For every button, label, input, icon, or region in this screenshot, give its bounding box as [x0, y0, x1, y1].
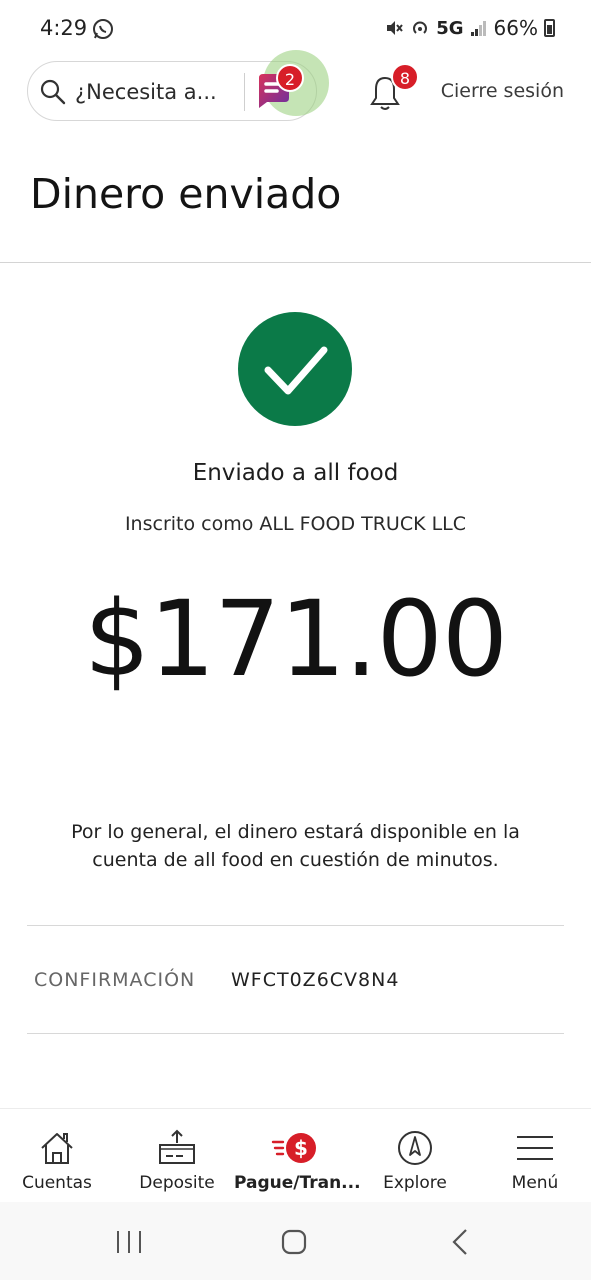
nav-label: Menú — [511, 1173, 559, 1193]
assistant-badge: 2 — [276, 64, 304, 92]
back-icon[interactable] — [450, 1228, 470, 1256]
recent-apps-icon[interactable] — [115, 1229, 143, 1255]
top-bar: ¿Necesita a... 2 8 Cierre sesión — [0, 50, 591, 124]
notifications-badge: 8 — [391, 63, 419, 91]
network-type: 5G — [436, 17, 464, 39]
signal-icon — [470, 21, 486, 36]
divider — [27, 1033, 564, 1034]
amount-sent: $171.00 — [83, 578, 508, 700]
nav-label: Cuentas — [22, 1173, 92, 1193]
bottom-nav: Cuentas Deposite $ Pague/Tran... Explore… — [0, 1108, 591, 1202]
home-icon[interactable] — [280, 1228, 308, 1256]
battery-icon — [544, 19, 555, 37]
nav-item-cuentas[interactable]: Cuentas — [8, 1109, 106, 1203]
signout-link[interactable]: Cierre sesión — [441, 80, 564, 102]
status-indicators: 5G 66% — [384, 16, 555, 40]
nav-label: Explore — [383, 1173, 447, 1193]
recipient-text: Enviado a all food — [192, 460, 399, 486]
nav-label: Deposite — [139, 1173, 215, 1193]
title-divider — [0, 262, 591, 263]
confirmation-label: CONFIRMACIÓN — [34, 969, 196, 991]
confirmation-code: WFCT0Z6CV8N4 — [231, 969, 400, 991]
nav-item-explore[interactable]: Explore — [366, 1109, 464, 1203]
search-icon — [40, 79, 66, 105]
house-icon — [41, 1133, 73, 1164]
checkmark-icon — [264, 346, 328, 395]
compass-icon — [398, 1131, 432, 1165]
nav-item-deposite[interactable]: Deposite — [128, 1109, 226, 1203]
deposit-icon — [159, 1129, 195, 1164]
status-time: 4:29 — [40, 16, 88, 40]
mute-icon — [387, 21, 404, 35]
divider — [27, 925, 564, 926]
nav-label: Pague/Tran... — [234, 1173, 361, 1193]
system-nav-bar — [0, 1202, 591, 1280]
hotspot-icon — [413, 21, 428, 34]
nav-item-menu[interactable]: Menú — [486, 1109, 584, 1203]
success-check-icon — [238, 312, 352, 426]
page-title: Dinero enviado — [30, 170, 342, 218]
search-input[interactable]: ¿Necesita a... — [75, 80, 217, 104]
whatsapp-icon — [93, 19, 113, 39]
search-divider — [244, 73, 245, 111]
nav-item-pague-transfiera[interactable]: $ Pague/Tran... — [234, 1109, 361, 1203]
pay-transfer-icon: $ — [271, 1133, 316, 1163]
availability-note: Por lo general, el dinero estará disponi… — [71, 821, 520, 871]
battery-percent: 66% — [493, 16, 538, 40]
hamburger-menu-icon — [517, 1136, 553, 1160]
svg-text:$: $ — [294, 1136, 308, 1160]
enrolled-name: Inscrito como ALL FOOD TRUCK LLC — [124, 513, 467, 535]
